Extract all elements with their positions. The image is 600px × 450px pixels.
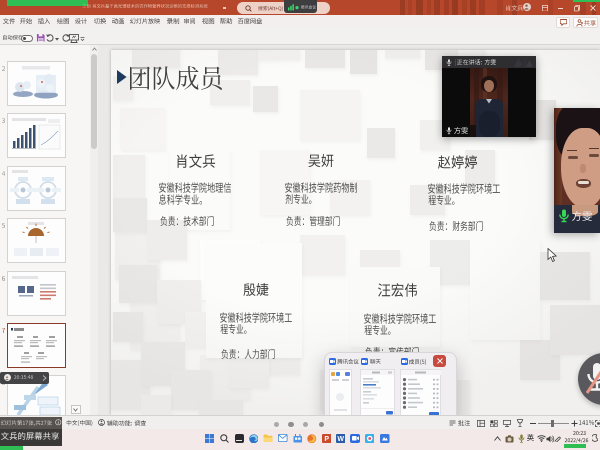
svg-text:P: P [324, 436, 329, 443]
svg-text:W: W [337, 436, 344, 443]
